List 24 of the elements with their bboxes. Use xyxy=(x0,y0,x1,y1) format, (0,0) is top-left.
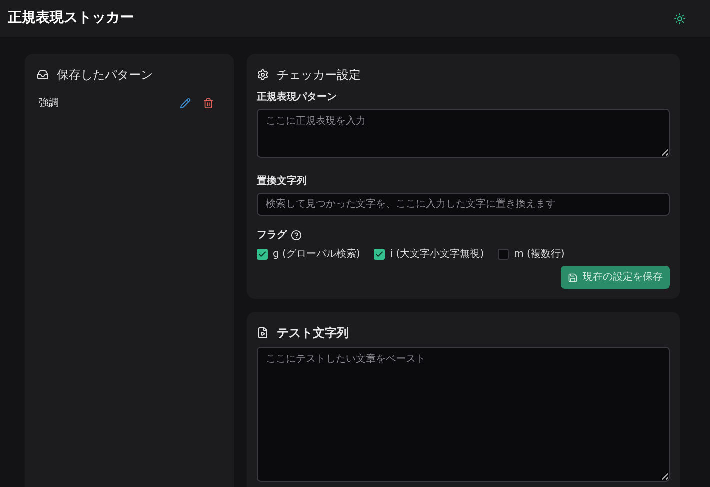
sun-icon xyxy=(674,12,686,24)
inbox-icon xyxy=(37,69,49,81)
panel-title: 保存したパターン xyxy=(57,67,153,84)
file-play-icon xyxy=(257,327,269,339)
field-label: フラグ xyxy=(257,229,287,243)
flag-label: m (複数行) xyxy=(514,248,565,262)
test-text-field[interactable]: ここにテストしたい文章をペースト xyxy=(257,347,670,482)
panel-title: テスト文字列 xyxy=(277,325,349,342)
checkbox[interactable] xyxy=(498,249,510,260)
field-label: 正規表現パターン xyxy=(257,90,338,105)
flag-label: i (大文字小文字無視) xyxy=(390,248,484,262)
settings-icon xyxy=(257,69,269,81)
flag-label: g (グローバル検索) xyxy=(273,248,360,262)
replace-field[interactable]: 検索して見つかった文字を、ここに入力した文字に置き換えます xyxy=(257,193,670,216)
edit-button[interactable] xyxy=(180,98,191,108)
help-icon[interactable] xyxy=(291,230,302,241)
field-label: 置換文字列 xyxy=(257,174,308,189)
pattern-name[interactable]: 強調 xyxy=(39,96,59,110)
delete-button[interactable] xyxy=(203,98,214,108)
pattern-field[interactable]: ここに正規表現を入力 xyxy=(257,109,670,158)
checkbox[interactable] xyxy=(257,249,268,260)
panel-title: チェッカー設定 xyxy=(277,67,361,84)
checkbox[interactable] xyxy=(374,249,386,260)
app-title: 正規表現ストッカー xyxy=(8,9,134,28)
